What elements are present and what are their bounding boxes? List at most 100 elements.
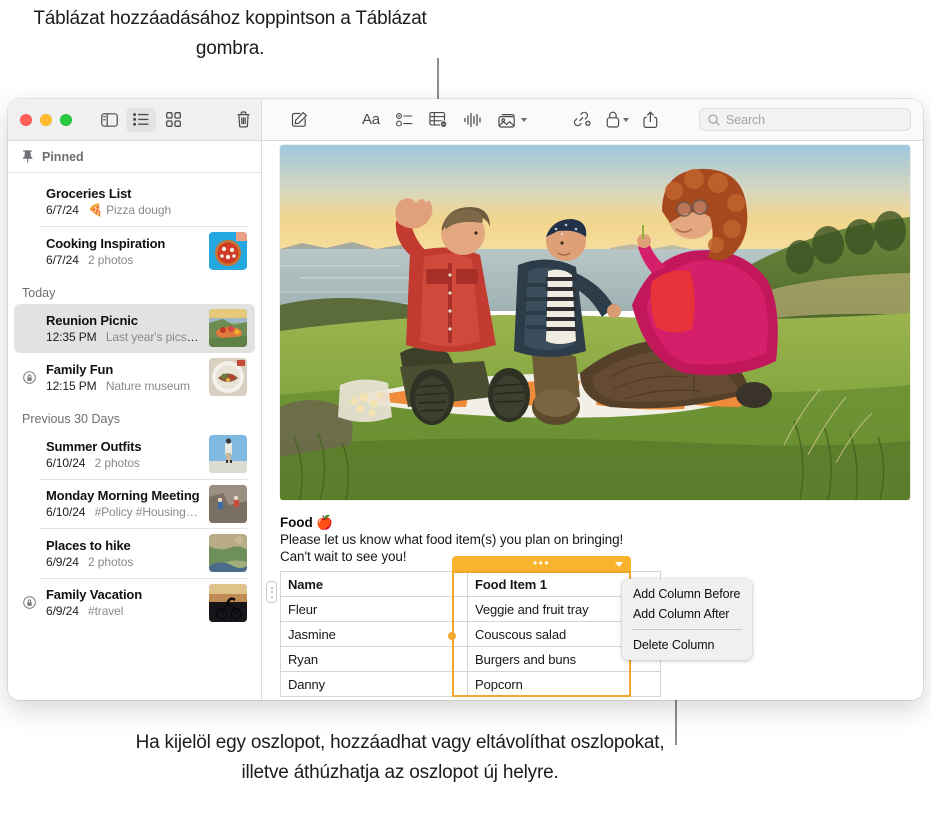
lock-icon <box>20 596 38 609</box>
list-item[interactable]: Summer Outfits 6/10/24 2 photos <box>14 430 255 479</box>
window-body: Pinned Groceries List 6/7/24 🍕 Pizza dou… <box>8 141 923 700</box>
note-editor[interactable]: Food 🍎 Please let us know what food item… <box>262 141 923 700</box>
note-date: 6/10/24 <box>46 456 85 470</box>
note-summary: Monday Morning Meeting 6/10/24 #Policy #… <box>40 488 201 519</box>
menu-separator <box>632 629 742 630</box>
share-group <box>573 111 658 129</box>
column-context-menu[interactable]: Add Column Before Add Column After Delet… <box>622 579 752 660</box>
list-item[interactable]: Cooking Inspiration 6/7/24 2 photos <box>14 227 255 276</box>
list-item[interactable]: Reunion Picnic 12:35 PM Last year's pics… <box>14 304 255 353</box>
note-meta: 6/10/24 #Policy #Housing… <box>46 505 201 519</box>
toolbar-sidebar-section <box>8 99 262 140</box>
note-title: Summer Outfits <box>46 439 201 454</box>
table-cell[interactable]: Fleur <box>281 597 468 622</box>
pin-icon <box>22 150 33 163</box>
note-table[interactable]: Name Food Item 1 Fleur Veggie and fruit … <box>280 571 661 697</box>
note-summary: Family Fun 12:15 PM Nature museum <box>40 362 201 393</box>
checklist-icon[interactable] <box>396 113 413 127</box>
note-meta: 6/7/24 🍕 Pizza dough <box>46 203 247 217</box>
note-thumbnail <box>209 232 247 270</box>
note-summary: Reunion Picnic 12:35 PM Last year's pics… <box>40 313 201 344</box>
minimize-window-button[interactable] <box>40 114 52 126</box>
column-drag-handle[interactable]: ••• <box>452 556 631 573</box>
table-cell[interactable]: Ryan <box>281 647 468 672</box>
add-link-icon[interactable] <box>573 111 592 128</box>
share-icon[interactable] <box>643 111 658 129</box>
note-summary: Groceries List 6/7/24 🍕 Pizza dough <box>40 186 247 217</box>
note-preview: Nature museum <box>106 379 190 393</box>
chevron-down-icon <box>521 118 527 122</box>
note-summary: Places to hike 6/9/24 2 photos <box>40 538 201 569</box>
note-title: Family Fun <box>46 362 201 377</box>
note-thumbnail <box>209 435 247 473</box>
menu-item-add-column-before[interactable]: Add Column Before <box>622 584 752 604</box>
list-item[interactable]: Groceries List 6/7/24 🍕 Pizza dough <box>14 177 255 226</box>
row-drag-handle[interactable] <box>266 581 277 603</box>
close-window-button[interactable] <box>20 114 32 126</box>
cell-resize-dot[interactable] <box>448 632 456 640</box>
lock-note-icon[interactable] <box>606 111 629 128</box>
table-row: Name Food Item 1 <box>281 572 661 597</box>
delete-note-icon[interactable] <box>228 108 258 132</box>
search-input-placeholder: Search <box>726 113 765 127</box>
table-header-cell[interactable]: Name <box>281 572 468 597</box>
note-meta: 6/9/24 2 photos <box>46 555 201 569</box>
callout-bottom-text: Ha kijelöl egy oszlopot, hozzáadhat vagy… <box>110 728 690 788</box>
table-icon[interactable] <box>429 111 448 128</box>
note-title: Groceries List <box>46 186 247 201</box>
note-summary: Summer Outfits 6/10/24 2 photos <box>40 439 201 470</box>
gallery-view-icon[interactable] <box>158 108 188 132</box>
note-meta: 6/7/24 2 photos <box>46 253 201 267</box>
section-label-previous-30-days: Previous 30 Days <box>8 402 261 430</box>
table-cell[interactable]: Popcorn <box>468 672 661 697</box>
note-preview: #Policy #Housing… <box>95 505 198 519</box>
note-title: Family Vacation <box>46 587 201 602</box>
note-title: Cooking Inspiration <box>46 236 201 251</box>
chevron-down-icon <box>615 562 623 567</box>
section-label-today: Today <box>8 276 261 304</box>
list-item[interactable]: Monday Morning Meeting 6/10/24 #Policy #… <box>14 479 255 528</box>
notes-app-window: Aa <box>8 99 923 700</box>
pinned-section-header: Pinned <box>8 141 261 173</box>
lock-icon <box>20 371 38 384</box>
callout-top-text: Táblázat hozzáadásához koppintson a Tábl… <box>0 4 460 64</box>
note-thumbnail <box>209 534 247 572</box>
note-date: 6/9/24 <box>46 604 79 618</box>
menu-item-add-column-after[interactable]: Add Column After <box>622 604 752 624</box>
table-row: Danny Popcorn <box>281 672 661 697</box>
note-date: 12:35 PM <box>46 330 97 344</box>
sidebar-toggle-icon[interactable] <box>94 108 124 132</box>
note-date: 6/7/24 <box>46 203 79 217</box>
menu-item-delete-column[interactable]: Delete Column <box>622 635 752 655</box>
list-item[interactable]: Family Fun 12:15 PM Nature museum <box>14 353 255 402</box>
window-toolbar: Aa <box>8 99 923 141</box>
audio-recording-icon[interactable] <box>464 112 482 128</box>
note-table-wrapper: ••• Name Food Item 1 Fleur Veggie and fr… <box>280 571 630 697</box>
note-meta: 6/9/24 #travel <box>46 604 201 618</box>
table-row: Jasmine Couscous salad <box>281 622 661 647</box>
media-attach-icon[interactable] <box>498 112 527 128</box>
list-item[interactable]: Family Vacation 6/9/24 #travel <box>14 578 255 627</box>
note-preview: #travel <box>88 604 123 618</box>
search-icon <box>708 114 720 126</box>
format-text-icon[interactable]: Aa <box>362 111 380 128</box>
search-field[interactable]: Search <box>699 108 911 131</box>
table-cell[interactable]: Danny <box>281 672 468 697</box>
list-view-icon[interactable] <box>126 108 156 132</box>
note-title: Places to hike <box>46 538 201 553</box>
note-thumbnail <box>209 358 247 396</box>
note-thumbnail <box>209 309 247 347</box>
note-preview: 2 photos <box>88 253 133 267</box>
window-controls <box>20 114 72 126</box>
pinned-label: Pinned <box>42 150 84 164</box>
note-title: Reunion Picnic <box>46 313 201 328</box>
list-item[interactable]: Places to hike 6/9/24 2 photos <box>14 529 255 578</box>
note-date: 6/7/24 <box>46 253 79 267</box>
compose-note-icon[interactable] <box>284 108 314 132</box>
chevron-down-icon <box>623 118 629 122</box>
note-preview: Last year's pics 📸 <box>106 330 201 344</box>
maximize-window-button[interactable] <box>60 114 72 126</box>
note-date: 6/10/24 <box>46 505 85 519</box>
formatting-group: Aa <box>362 111 527 128</box>
table-cell[interactable]: Jasmine <box>281 622 468 647</box>
